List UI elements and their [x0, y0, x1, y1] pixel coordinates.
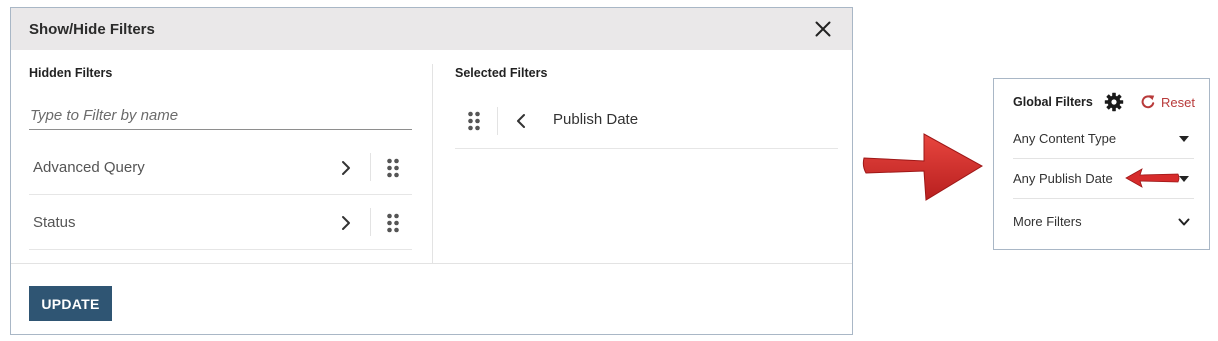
caret-down-icon: [1179, 176, 1189, 182]
close-icon[interactable]: [812, 18, 834, 40]
divider: [370, 208, 371, 236]
arrow-right-icon: [862, 133, 983, 201]
selected-filters-column: Selected Filters Publish Date: [455, 50, 838, 263]
chevron-down-icon: [1178, 218, 1190, 226]
selected-filters-heading: Selected Filters: [455, 66, 548, 80]
global-filters-header: Global Filters Reset: [1013, 92, 1197, 112]
selected-filter-row-publish-date[interactable]: Publish Date: [455, 92, 838, 149]
reset-label: Reset: [1161, 94, 1195, 110]
global-filters-panel: Global Filters Reset Any Content Type An…: [993, 78, 1210, 250]
divider: [497, 107, 498, 135]
refresh-icon: [1141, 95, 1155, 109]
show-hide-filters-dialog: Show/Hide Filters Hidden Filters Advance…: [10, 7, 853, 335]
hidden-filters-column: Hidden Filters Advanced Query Status: [29, 50, 412, 263]
drag-handle-icon[interactable]: [386, 213, 400, 233]
global-filters-title: Global Filters: [1013, 95, 1093, 109]
divider: [370, 153, 371, 181]
gear-icon[interactable]: [1104, 92, 1124, 112]
filter-columns: Hidden Filters Advanced Query Status: [11, 50, 852, 263]
drag-handle-icon[interactable]: [467, 111, 481, 131]
arrow-left-icon: [1125, 168, 1180, 188]
more-filters-toggle[interactable]: More Filters: [1013, 202, 1194, 242]
more-filters-label: More Filters: [1013, 214, 1082, 229]
hidden-filter-row-status[interactable]: Status: [29, 196, 412, 250]
hidden-filter-row-advanced-query[interactable]: Advanced Query: [29, 141, 412, 195]
dropdown-label: Any Publish Date: [1013, 171, 1113, 186]
hidden-filter-label: Status: [33, 214, 76, 231]
content-type-dropdown[interactable]: Any Content Type: [1013, 119, 1194, 159]
dialog-header: Show/Hide Filters: [11, 8, 852, 50]
selected-filter-label: Publish Date: [553, 111, 639, 128]
filter-by-name-input[interactable]: [29, 102, 412, 130]
chevron-right-icon[interactable]: [339, 215, 353, 231]
footer-divider: [11, 263, 852, 264]
column-divider: [432, 64, 433, 263]
hidden-filters-heading: Hidden Filters: [29, 66, 113, 80]
hidden-filter-label: Advanced Query: [33, 159, 145, 176]
dialog-title: Show/Hide Filters: [29, 20, 155, 38]
chevron-left-icon[interactable]: [514, 113, 528, 129]
caret-down-icon: [1179, 136, 1189, 142]
drag-handle-icon[interactable]: [386, 158, 400, 178]
update-button[interactable]: UPDATE: [29, 286, 112, 321]
dropdown-label: Any Content Type: [1013, 131, 1117, 146]
reset-button[interactable]: Reset: [1140, 92, 1195, 112]
chevron-right-icon[interactable]: [339, 160, 353, 176]
